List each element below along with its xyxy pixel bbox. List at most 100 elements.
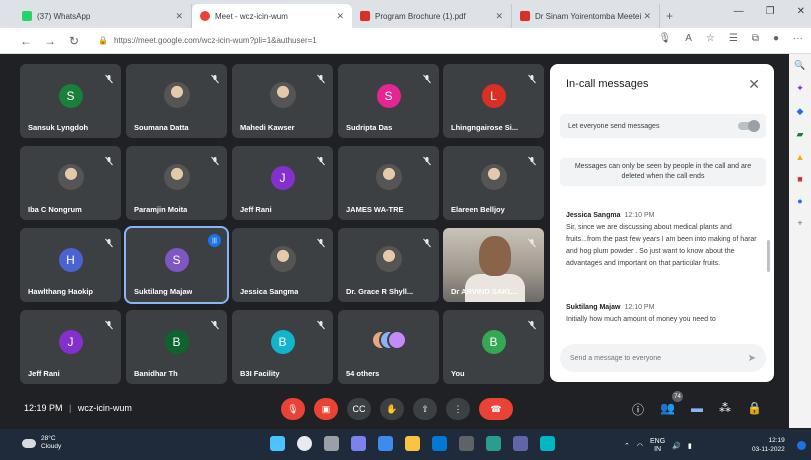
app-icon[interactable] [540,436,555,451]
avatar [386,330,407,350]
chat-icon[interactable]: ▬ [691,401,703,418]
close-panel-icon[interactable]: ✕ [748,76,760,93]
meeting-code: wcz-icin-wum [77,403,132,413]
participant-tile[interactable]: Dr ARVIND SAKL... [443,228,544,302]
extensions-icon[interactable]: ⧉ [752,33,759,44]
message-scrollbar[interactable] [767,240,770,272]
settings-icon[interactable] [459,436,474,451]
camera-off-button[interactable]: ▣ [314,398,338,420]
participant-tile[interactable]: H Hawlthang Haokip [20,228,121,302]
language-indicator[interactable]: ENG IN [650,438,665,454]
avatar: J [270,166,295,190]
info-icon[interactable]: ⓘ [632,401,644,418]
participant-tile[interactable]: Jessica Sangma [232,228,333,302]
address-bar-icons: 🎙 A ☆ ☰ ⧉ ● ··· [659,33,804,44]
participant-tile[interactable]: J Jeff Rani [232,146,333,220]
send-icon[interactable]: ➤ [748,353,756,364]
message-input[interactable] [570,354,748,362]
participant-tile[interactable]: Mahedi Kawser [232,64,333,138]
participant-tile[interactable]: Iba C Nongrum [20,146,121,220]
refresh-button[interactable]: ↻ [62,34,86,48]
present-button[interactable]: ⇧ [413,398,437,420]
participant-tile[interactable]: J Jeff Rani [20,310,121,384]
url-field[interactable]: 🔒 https://meet.google.com/wcz-icin-wum?p… [98,36,317,45]
close-tab-icon[interactable]: ✕ [495,11,503,22]
volume-icon[interactable]: 🔊 [672,442,681,450]
file-explorer-icon[interactable] [405,436,420,451]
participant-tile[interactable]: B B3I Facility [232,310,333,384]
minimize-button[interactable]: — [734,6,744,17]
games-icon[interactable]: ▰ [797,129,804,140]
collections-icon[interactable]: ☰ [729,33,738,44]
leave-call-button[interactable]: ☎ [479,398,513,420]
close-window-button[interactable]: ✕ [797,6,805,17]
tab-whatsapp[interactable]: (37) WhatsApp ✕ [14,4,192,28]
participant-tile[interactable]: S Sudripta Das [338,64,439,138]
chevron-up-icon[interactable]: ⌃ [624,442,630,450]
participant-name: B3I Facility [240,369,280,378]
participant-name: Sudripta Das [346,123,393,132]
participant-tile[interactable]: B You [443,310,544,384]
new-tab-button[interactable]: + [666,9,673,23]
people-icon[interactable]: 👥 [660,401,675,418]
notification-icon[interactable] [797,441,806,450]
mic-off-icon [104,317,114,330]
add-sidebar-icon[interactable]: + [797,218,802,228]
participant-name: Elareen Belljoy [451,205,505,214]
activities-icon[interactable]: ⁂ [719,401,731,418]
participant-tile[interactable]: S Sansuk Lyngdoh [20,64,121,138]
start-icon[interactable] [270,436,285,451]
more-icon[interactable]: ··· [793,33,803,44]
tab-pdf[interactable]: Program Brochure (1).pdf ✕ [352,4,512,28]
close-tab-icon[interactable]: ✕ [643,11,651,22]
participant-name: You [451,369,465,378]
participant-tile[interactable]: S ||| Suktilang Majaw [124,226,229,304]
participant-tile[interactable]: JAMES WA-TRE [338,146,439,220]
restore-button[interactable]: ❐ [766,6,775,17]
search-icon[interactable]: 🔍 [794,60,805,71]
captions-button[interactable]: CC [347,398,371,420]
task-view-icon[interactable] [324,436,339,451]
more-options-button[interactable]: ⋮ [446,398,470,420]
outlook-icon[interactable]: ● [797,196,802,206]
tab-pdf-2[interactable]: Dr Sinam Yoirentomba Meetei ✕ [512,4,660,28]
mic-off-icon [316,317,326,330]
back-button[interactable]: ← [14,34,38,48]
system-clock[interactable]: 12:19 03-11-2022 [752,436,785,454]
participant-tile[interactable]: Elareen Belljoy [443,146,544,220]
shopping-icon[interactable]: ◆ [797,106,804,117]
forward-button[interactable]: → [38,34,62,48]
participant-tile[interactable]: B Banidhar Th [126,310,227,384]
send-messages-toggle[interactable] [738,120,760,132]
hang-up-icon: ☎ [490,403,502,414]
raise-hand-button[interactable]: ✋ [380,398,404,420]
search-taskbar-icon[interactable] [297,436,312,451]
mail-icon[interactable] [432,436,447,451]
tab-meet[interactable]: Meet - wcz-icin-wum ✕ [192,4,352,28]
battery-icon[interactable]: ▮ [688,442,692,450]
wifi-icon[interactable]: ◠ [637,442,643,450]
panel-title: In-call messages [566,78,649,90]
read-aloud-icon[interactable]: A [685,33,692,44]
close-tab-icon[interactable]: ✕ [336,11,344,22]
teams-icon[interactable] [513,436,528,451]
edge-icon[interactable] [486,436,501,451]
participant-tile[interactable]: Paramjin Moita [126,146,227,220]
mic-icon[interactable]: 🎙 [659,33,672,44]
profile-icon[interactable]: ● [773,33,779,44]
favorite-icon[interactable]: ☆ [706,33,715,44]
weather-widget[interactable]: 28°C Cloudy [22,435,61,451]
close-tab-icon[interactable]: ✕ [175,11,183,22]
tools-icon[interactable]: ▲ [796,152,805,162]
mic-off-button[interactable]: 🎙 [281,398,305,420]
lock-icon: 🔒 [98,36,108,45]
participant-tile[interactable]: Dr. Grace R Shyll... [338,228,439,302]
office-icon[interactable]: ■ [797,174,802,184]
chat-taskbar-icon[interactable] [351,436,366,451]
participant-tile[interactable]: L Lhingngairose Si... [443,64,544,138]
host-controls-icon[interactable]: 🔒 [747,401,762,418]
participant-tile[interactable]: 54 others [338,310,439,384]
discover-icon[interactable]: ✦ [796,83,804,94]
participant-tile[interactable]: Soumana Datta [126,64,227,138]
widgets-icon[interactable] [378,436,393,451]
